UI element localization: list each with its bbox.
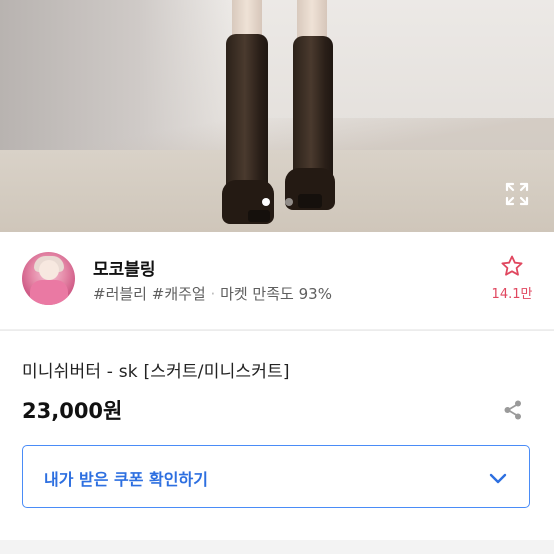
coupon-label: 내가 받은 쿠폰 확인하기: [44, 470, 208, 489]
section-divider: [0, 330, 554, 331]
expand-icon[interactable]: [504, 181, 530, 207]
star-outline-icon: [501, 255, 523, 276]
seller-tag[interactable]: #러블리: [93, 285, 147, 303]
seller-section: [0, 232, 554, 330]
favorite-count: 14.1만: [491, 287, 533, 302]
product-price: 23,000원: [22, 399, 123, 423]
seller-avatar[interactable]: [22, 252, 75, 305]
left-boot: [226, 34, 268, 194]
favorite-button[interactable]: 14.1만: [491, 254, 533, 302]
image-floor: [0, 150, 554, 232]
share-icon[interactable]: [501, 398, 525, 422]
product-image-gallery[interactable]: [0, 0, 554, 232]
satisfaction-label: 마켓 만족도: [220, 285, 294, 303]
product-title: 미니쉬버터 - sk [스커트/미니스커트]: [22, 362, 290, 382]
bottom-separator: [0, 540, 554, 554]
seller-tag[interactable]: #캐주얼: [152, 285, 206, 303]
gallery-dot-1[interactable]: [262, 198, 270, 206]
tag-separator: ·: [210, 285, 216, 303]
chevron-down-icon: [487, 467, 509, 489]
coupon-check-button[interactable]: 내가 받은 쿠폰 확인하기: [22, 445, 530, 508]
right-boot: [293, 36, 333, 186]
seller-tags: #러블리 #캐주얼 · 마켓 만족도 93%: [93, 283, 332, 304]
gallery-dot-2[interactable]: [285, 198, 293, 206]
satisfaction-value: 93%: [298, 285, 332, 303]
seller-name[interactable]: 모코블링: [93, 255, 156, 280]
